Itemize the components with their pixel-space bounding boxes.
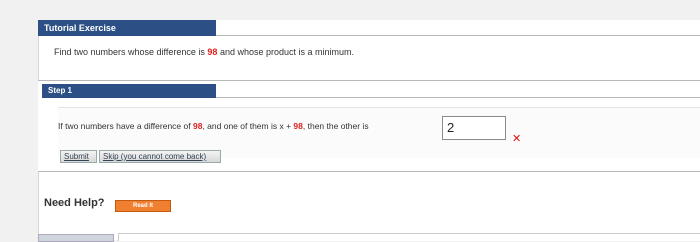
problem-suffix: and whose product is a minimum. <box>217 47 354 57</box>
need-help-label: Need Help? <box>44 197 105 209</box>
skip-button[interactable]: Skip (you cannot come back) <box>99 150 221 163</box>
problem-number: 98 <box>207 47 218 57</box>
step-question: If two numbers have a difference of 98, … <box>58 121 369 131</box>
step-divider <box>216 97 700 98</box>
question-prefix: If two numbers have a difference of <box>58 121 193 131</box>
submit-button[interactable]: Submit <box>60 150 97 163</box>
step-header: Step 1 <box>42 84 216 98</box>
header-divider <box>216 35 700 36</box>
next-step-header <box>38 234 114 242</box>
question-x-offset: 98 <box>293 121 303 131</box>
answer-input[interactable]: 2 <box>442 116 506 140</box>
tutorial-header: Tutorial Exercise <box>38 20 216 36</box>
question-suffix: , then the other is <box>302 121 369 131</box>
problem-prefix: Find two numbers whose difference is <box>54 47 208 57</box>
problem-statement: Find two numbers whose difference is 98 … <box>54 47 354 57</box>
read-it-button[interactable]: Read It <box>115 200 171 212</box>
wrong-x-icon: ✕ <box>512 133 522 145</box>
question-mid: , and one of them is x + <box>202 121 294 131</box>
